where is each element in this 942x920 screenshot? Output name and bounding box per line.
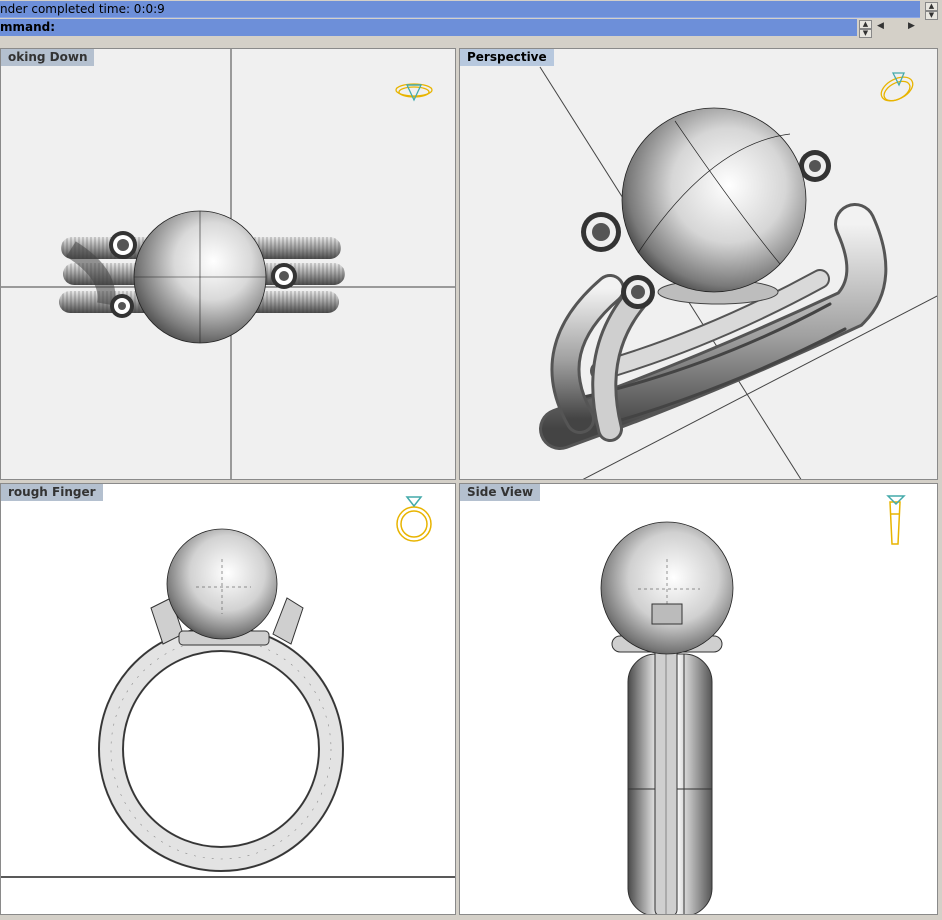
command-history-forward-icon[interactable]: ▶	[908, 21, 915, 31]
command-label: mmand:	[0, 20, 56, 34]
viewport-looking-down[interactable]: oking Down	[0, 48, 456, 480]
view-orientation-ring-icon	[886, 495, 906, 545]
viewport-through-finger-canvas[interactable]	[1, 484, 456, 915]
viewport-title-looking-down[interactable]: oking Down	[1, 49, 95, 66]
status-scroll-up-icon[interactable]: ▲	[925, 2, 938, 11]
viewport-title-perspective[interactable]: Perspective	[460, 49, 554, 66]
ring-shank-front-view	[98, 626, 344, 872]
viewport-title-through-finger[interactable]: rough Finger	[1, 484, 103, 501]
viewport-looking-down-canvas[interactable]	[1, 49, 456, 480]
command-history-back-icon[interactable]: ◀	[877, 21, 884, 31]
viewport-side-view-canvas[interactable]	[460, 484, 938, 915]
view-orientation-ring-icon	[396, 496, 432, 542]
ring-shank-side-view	[627, 613, 713, 914]
viewport-side-view[interactable]: Side View	[459, 483, 938, 915]
viewport-perspective-canvas[interactable]	[460, 49, 938, 480]
view-orientation-ring-icon	[880, 72, 914, 102]
render-status-line: nder completed time: 0:0:9	[0, 1, 920, 18]
command-scroll-up-icon[interactable]: ▲	[859, 20, 872, 29]
status-scroll-down-icon[interactable]: ▼	[925, 11, 938, 20]
command-scroll-down-icon[interactable]: ▼	[859, 29, 872, 38]
view-orientation-ring-icon	[395, 83, 433, 102]
pearl-sphere-perspective	[621, 107, 807, 293]
viewport-title-side-view[interactable]: Side View	[460, 484, 541, 501]
viewport-perspective[interactable]: Perspective	[459, 48, 938, 480]
pearl-sphere-side	[600, 521, 734, 655]
command-line[interactable]: mmand:	[0, 19, 857, 36]
render-status-text: nder completed time: 0:0:9	[0, 2, 165, 16]
viewport-through-finger[interactable]: rough Finger	[0, 483, 456, 915]
